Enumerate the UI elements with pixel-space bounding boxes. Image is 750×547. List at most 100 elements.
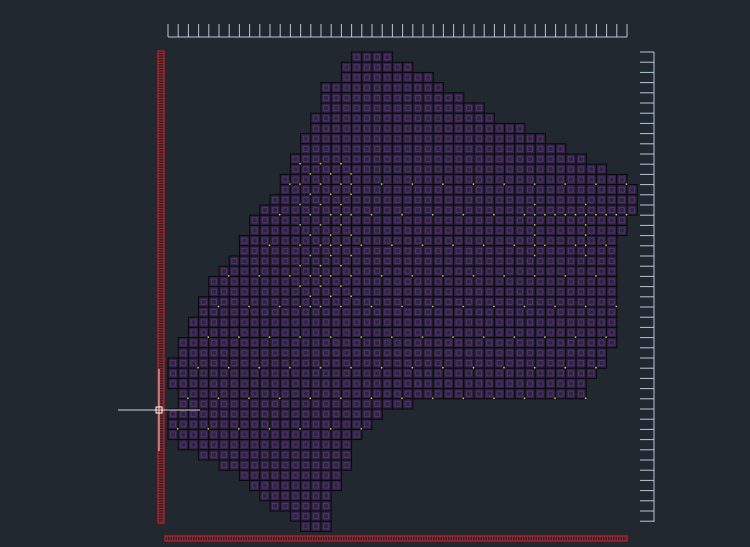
grid-cell-outline [330,459,342,471]
grid-cell-outline [269,286,281,298]
grid-cell-outline [606,337,618,349]
grid-cell [432,214,444,226]
grid-cell [565,204,577,216]
grid-cell-outline [269,326,281,339]
grid-cell-outline [606,316,618,328]
point-marker [411,183,414,186]
grid-cell [504,265,516,277]
grid-cell [565,214,577,226]
point-marker [350,254,352,257]
grid-cell-outline [442,296,455,308]
grid-cell [463,265,475,277]
grid-cell-outline [371,214,383,226]
grid-cell-outline [330,235,342,247]
grid-cell [463,245,475,257]
point-marker [391,244,393,247]
grid-cell-outline [320,265,332,277]
grid-cell-outline [412,235,424,247]
grid-cell-outline [381,275,393,288]
grid-cell-outline [340,163,353,175]
grid-cell [524,296,536,308]
grid-cell [483,326,495,339]
grid-cell [473,122,485,135]
grid-cell-outline [340,296,353,308]
grid-cell [483,337,495,349]
grid-cell [534,357,546,369]
grid-cell [391,92,404,104]
point-marker [574,244,577,247]
grid-cell-outline [432,337,444,349]
point-marker [554,397,556,400]
grid-cell [616,204,628,216]
grid-cell-outline [218,408,230,420]
grid-cell-outline [544,214,557,226]
grid-cell [187,439,200,451]
grid-cell-outline [330,214,342,226]
grid-cell [442,306,455,318]
grid-cell-outline [534,153,546,165]
grid-cell-outline [218,306,230,318]
grid-cell [595,337,608,349]
grid-cell [320,224,332,237]
grid-cell [453,347,465,359]
grid-cell [320,275,332,288]
grid-cell [238,255,251,267]
grid-cell-outline [381,357,393,369]
grid-cell-outline [412,337,424,349]
grid-cell [371,377,383,390]
grid-cell [269,500,281,512]
grid-cell [555,337,567,349]
grid-cell-outline [289,306,302,318]
grid-cell [402,275,414,288]
grid-cell-outline [249,255,261,267]
grid-cell [208,377,220,390]
grid-cell-outline [330,122,342,135]
grid-cell [320,418,332,430]
grid-cell [463,367,475,379]
grid-cell [595,286,608,298]
grid-cell-outline [340,194,353,206]
grid-cell-outline [340,92,353,104]
point-marker [187,397,189,400]
grid-cell-outline [218,449,230,461]
grid-cell-outline [320,204,332,216]
grid-cell-outline [575,255,587,267]
grid-cell-outline [320,102,332,114]
grid-cell-outline [544,337,557,349]
model-space-canvas[interactable] [0,0,750,547]
grid-cell-outline [300,275,312,288]
grid-cell [565,286,577,298]
grid-cell-outline [473,173,485,186]
grid-cell-outline [473,163,485,175]
grid-cell-outline [514,306,526,318]
grid-cell-outline [422,388,434,400]
grid-cell-outline [432,184,444,196]
grid-cell [391,275,404,288]
grid-cell [351,275,363,288]
point-marker [595,275,597,277]
grid-cell-outline [555,163,567,175]
grid-cell-outline [412,316,424,328]
grid-cell [351,398,363,410]
grid-cell [504,326,516,339]
grid-cell [289,490,302,502]
grid-cell [402,112,414,124]
grid-cell-outline [575,184,587,196]
grid-cell [626,204,638,216]
grid-cell [320,316,332,328]
grid-cell [320,510,332,522]
grid-cell [432,235,444,247]
grid-cell [228,398,240,410]
grid-cell-outline [504,316,516,328]
grid-cell-outline [269,194,281,206]
point-marker [329,173,332,175]
grid-cell-outline [228,326,240,339]
point-marker [401,397,403,400]
point-marker [329,234,332,237]
grid-cell [300,184,312,196]
cad-drawing-viewport[interactable] [0,0,750,547]
grid-cell [473,388,485,400]
grid-cell [330,469,342,481]
grid-cell [381,122,393,135]
grid-cell [412,143,424,155]
